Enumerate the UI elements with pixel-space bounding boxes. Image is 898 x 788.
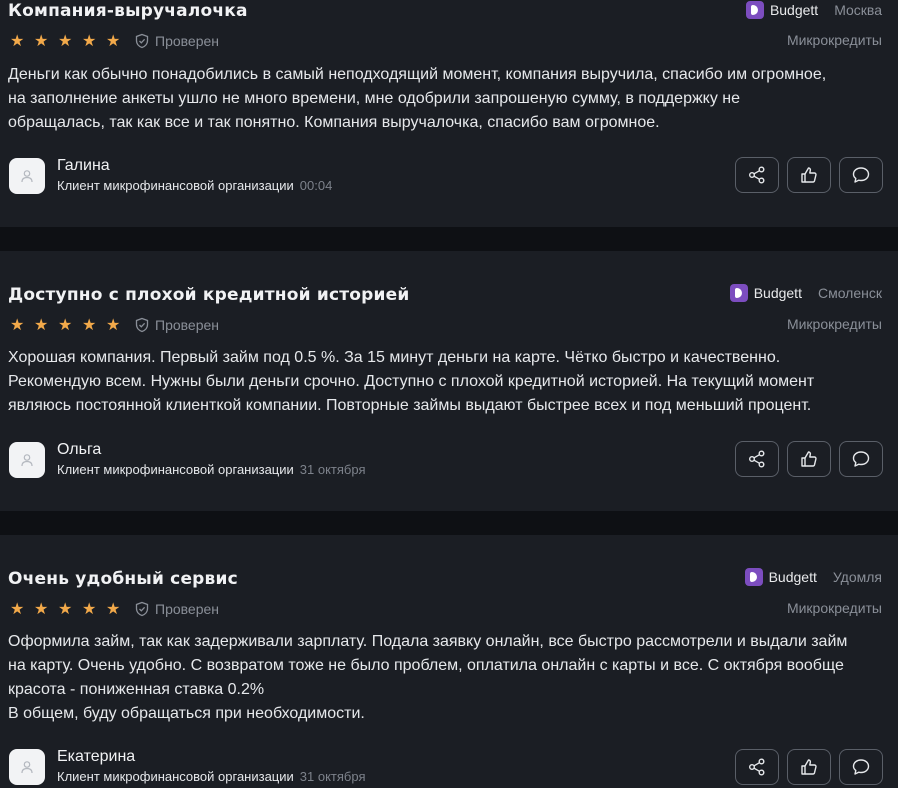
share-icon [749,758,765,776]
company-info: Budgett Удомля [744,567,898,587]
star-icon: ★ [106,315,121,334]
verified-label: Проверен [155,317,220,333]
shield-check-icon [135,33,149,49]
author-block: Ольга Клиент микрофинансовой организации… [9,440,365,479]
shield-check-icon [135,317,149,333]
review-card: Очень удобный сервис Budgett Удомля ★ ★ … [0,535,898,788]
comment-icon [852,759,870,775]
category-label[interactable]: Микрокредиты [787,600,882,616]
comment-button[interactable] [839,157,883,193]
shield-check-icon [135,601,149,617]
budgett-logo-icon [744,568,763,586]
thumbs-up-icon [801,167,817,183]
budgett-logo-icon [745,1,764,19]
review-time: 00:04 [299,178,333,193]
star-icon: ★ [10,31,25,50]
verified-label: Проверен [155,601,220,617]
thumbs-up-icon [801,759,817,775]
review-text: Деньги как обычно понадобились в самый н… [8,66,827,131]
avatar [9,441,45,478]
share-button[interactable] [735,441,779,477]
company-info: Budgett Москва [745,0,898,20]
star-icon: ★ [82,315,97,334]
budgett-logo-icon [729,284,748,302]
review-title[interactable]: Очень удобный сервис [8,569,238,589]
review-time: 31 октября [299,462,366,477]
review-title[interactable]: Компания-выручалочка [8,1,248,21]
author-block: Галина Клиент микрофинансовой организаци… [9,156,332,195]
review-time: 31 октября [299,769,366,784]
review-card: Компания-выручалочка Budgett Москва ★ ★ … [0,0,898,227]
comment-icon [852,451,870,467]
share-icon [749,450,765,468]
city-label: Смоленск [817,285,882,301]
user-icon [21,169,33,182]
review-text: Хорошая компания. Первый займ под 0.5 %.… [8,349,815,414]
author-name: Ольга [57,441,102,458]
city-label: Москва [834,2,882,18]
user-icon [21,453,33,466]
like-button[interactable] [787,749,831,785]
like-button[interactable] [787,441,831,477]
share-button[interactable] [735,749,779,785]
star-icon: ★ [82,599,97,618]
star-icon: ★ [10,315,25,334]
star-icon: ★ [34,599,49,618]
comment-icon [852,167,870,183]
star-icon: ★ [58,31,73,50]
review-title[interactable]: Доступно с плохой кредитной историей [8,285,410,305]
author-name: Екатерина [57,748,136,765]
author-role: Клиент микрофинансовой организации [57,178,294,193]
company-name[interactable]: Budgett [754,285,802,301]
company-info: Budgett Смоленск [729,283,898,303]
star-icon: ★ [106,599,121,618]
verified-label: Проверен [155,33,220,49]
star-icon: ★ [10,599,25,618]
review-text: Оформила займ, так как задерживали зарпл… [8,633,848,722]
author-role: Клиент микрофинансовой организации [57,462,294,477]
author-role: Клиент микрофинансовой организации [57,769,294,784]
star-icon: ★ [58,599,73,618]
review-actions [735,441,883,477]
star-icon: ★ [106,31,121,50]
comment-button[interactable] [839,749,883,785]
comment-button[interactable] [839,441,883,477]
city-label: Удомля [832,569,882,585]
review-actions [735,749,883,785]
company-name[interactable]: Budgett [770,2,818,18]
author-name: Галина [57,157,110,174]
star-icon: ★ [82,31,97,50]
author-block: Екатерина Клиент микрофинансовой организ… [9,747,365,786]
review-actions [735,157,883,193]
avatar [9,748,45,785]
thumbs-up-icon [801,451,817,467]
review-card: Доступно с плохой кредитной историей Bud… [0,251,898,511]
like-button[interactable] [787,157,831,193]
verified-badge: Проверен [134,33,219,49]
star-icon: ★ [58,315,73,334]
rating-stars: ★ ★ ★ ★ ★ Проверен [10,599,219,619]
verified-badge: Проверен [134,601,219,617]
category-label[interactable]: Микрокредиты [787,32,882,48]
verified-badge: Проверен [134,317,219,333]
share-icon [749,166,765,184]
rating-stars: ★ ★ ★ ★ ★ Проверен [10,31,219,51]
star-icon: ★ [34,31,49,50]
category-label[interactable]: Микрокредиты [787,316,882,332]
star-icon: ★ [34,315,49,334]
company-name[interactable]: Budgett [769,569,817,585]
user-icon [21,760,33,773]
avatar [9,157,45,194]
share-button[interactable] [735,157,779,193]
rating-stars: ★ ★ ★ ★ ★ Проверен [10,315,219,335]
